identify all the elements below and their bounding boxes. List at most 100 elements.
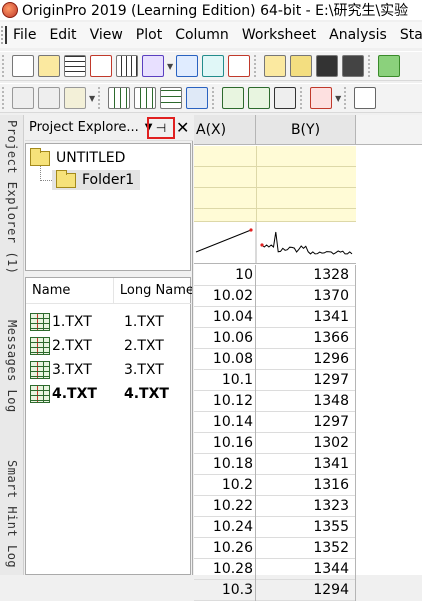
table-row[interactable]: 10.04 1341	[194, 307, 356, 328]
chevron-down-icon[interactable]: ▼	[335, 94, 341, 103]
f-x-row[interactable]	[194, 209, 356, 222]
column-header-b[interactable]: B(Y)	[256, 115, 356, 145]
menu-view[interactable]: View	[90, 27, 123, 43]
list-item-active[interactable]: 4.TXT 4.TXT	[26, 382, 192, 406]
cell-y[interactable]: 1297	[256, 412, 356, 433]
cell-y[interactable]: 1352	[256, 538, 356, 559]
cell-y[interactable]: 1355	[256, 517, 356, 538]
new-folder-icon[interactable]	[38, 55, 60, 77]
table-row[interactable]: 10.12 1348	[194, 391, 356, 412]
toolbar-grip[interactable]	[2, 87, 8, 109]
cell-y[interactable]: 1344	[256, 559, 356, 580]
add-xy-column-icon[interactable]	[134, 87, 157, 109]
cell-y[interactable]: 1296	[256, 349, 356, 370]
fill-icon[interactable]	[310, 87, 333, 109]
save-icon[interactable]	[316, 55, 339, 77]
new-project-icon[interactable]	[12, 55, 34, 77]
new-graph-icon[interactable]	[90, 55, 112, 77]
set-column-values-icon[interactable]	[222, 87, 245, 109]
column-header-a[interactable]: A(X)	[194, 115, 256, 145]
chevron-down-icon[interactable]: ▼	[167, 62, 173, 71]
long-name-row[interactable]	[194, 146, 356, 167]
menu-file[interactable]: File	[13, 27, 36, 43]
script-icon[interactable]	[378, 55, 401, 77]
new-workbook-icon[interactable]	[64, 55, 86, 77]
column-header-long-name[interactable]: Long Name	[114, 278, 192, 304]
cell-x[interactable]: 10.22	[194, 496, 256, 517]
workbook-window-icon[interactable]	[5, 26, 7, 44]
cell-x[interactable]: 10.3	[194, 580, 256, 601]
cell-y[interactable]: 1323	[256, 496, 356, 517]
import-icon[interactable]	[248, 87, 271, 109]
cell-x[interactable]: 10.28	[194, 559, 256, 580]
tab-messages-log[interactable]: Messages Log	[0, 320, 24, 413]
copy-icon[interactable]	[38, 87, 60, 109]
table-row[interactable]: 10 1328	[194, 265, 356, 286]
add-column-icon[interactable]	[108, 87, 131, 109]
save-template-icon[interactable]	[342, 55, 365, 77]
close-icon[interactable]: ✕	[176, 118, 189, 137]
tab-smart-hint-log[interactable]: Smart Hint Log	[0, 460, 24, 568]
table-row[interactable]: 10.08 1296	[194, 349, 356, 370]
table-row[interactable]: 10.02 1370	[194, 286, 356, 307]
toolbar-grip[interactable]	[2, 55, 8, 77]
pin-icon[interactable]: ⊣	[147, 117, 175, 139]
cell-y[interactable]: 1341	[256, 307, 356, 328]
menu-grip-handle[interactable]	[1, 26, 3, 44]
cell-y[interactable]: 1316	[256, 475, 356, 496]
new-layout-icon[interactable]	[176, 55, 199, 77]
cell-x[interactable]: 10.14	[194, 412, 256, 433]
list-item[interactable]: 2.TXT 2.TXT	[26, 334, 192, 358]
cell-y[interactable]: 1294	[256, 580, 356, 601]
menu-statistics[interactable]: Stat	[400, 27, 422, 43]
open-template-icon[interactable]	[290, 55, 313, 77]
cell-y[interactable]: 1370	[256, 286, 356, 307]
new-notes-icon[interactable]	[202, 55, 225, 77]
menu-analysis[interactable]: Analysis	[329, 27, 387, 43]
cell-x[interactable]: 10.02	[194, 286, 256, 307]
clear-worksheet-icon[interactable]	[186, 87, 209, 109]
units-row[interactable]	[194, 167, 356, 188]
cell-x[interactable]: 10.08	[194, 349, 256, 370]
list-item[interactable]: 3.TXT 3.TXT	[26, 358, 192, 382]
cell-x[interactable]: 10.16	[194, 433, 256, 454]
table-row[interactable]: 10.28 1344	[194, 559, 356, 580]
cell-y[interactable]: 1341	[256, 454, 356, 475]
table-row[interactable]: 10.06 1366	[194, 328, 356, 349]
cell-y[interactable]: 1297	[256, 370, 356, 391]
cell-x[interactable]: 10	[194, 265, 256, 286]
tree-root-untitled[interactable]: UNTITLED	[30, 147, 125, 168]
cell-x[interactable]: 10.2	[194, 475, 256, 496]
paste-icon[interactable]	[64, 87, 86, 109]
table-row[interactable]: 10.18 1341	[194, 454, 356, 475]
menu-column[interactable]: Column	[175, 27, 229, 43]
new-function-icon[interactable]	[142, 55, 164, 77]
list-item[interactable]: 1.TXT 1.TXT	[26, 310, 192, 334]
table-row[interactable]: 10.2 1316	[194, 475, 356, 496]
cut-icon[interactable]	[12, 87, 34, 109]
export-icon[interactable]	[274, 87, 297, 109]
cell-y[interactable]: 1366	[256, 328, 356, 349]
table-row[interactable]: 10.22 1323	[194, 496, 356, 517]
column-header-name[interactable]: Name	[26, 277, 114, 304]
add-row-icon[interactable]	[160, 87, 183, 109]
open-icon[interactable]	[264, 55, 287, 77]
tree-folder1[interactable]: Folder1	[52, 169, 141, 190]
table-row[interactable]: 10.3 1294	[194, 580, 356, 601]
cell-x[interactable]: 10.18	[194, 454, 256, 475]
table-row[interactable]: 10.16 1302	[194, 433, 356, 454]
menu-worksheet[interactable]: Worksheet	[242, 27, 316, 43]
comments-row[interactable]	[194, 188, 356, 209]
cell-x[interactable]: 10.04	[194, 307, 256, 328]
cell-y[interactable]: 1348	[256, 391, 356, 412]
cell-y[interactable]: 1328	[256, 265, 356, 286]
cell-x[interactable]: 10.12	[194, 391, 256, 412]
table-row[interactable]: 10.26 1352	[194, 538, 356, 559]
tab-project-explorer[interactable]: Project Explorer (1)	[0, 120, 24, 275]
cell-x[interactable]: 10.26	[194, 538, 256, 559]
chevron-down-icon[interactable]: ▼	[89, 94, 95, 103]
cell-y[interactable]: 1302	[256, 433, 356, 454]
table-row[interactable]: 10.14 1297	[194, 412, 356, 433]
menu-plot[interactable]: Plot	[136, 27, 162, 43]
table-row[interactable]: 10.24 1355	[194, 517, 356, 538]
